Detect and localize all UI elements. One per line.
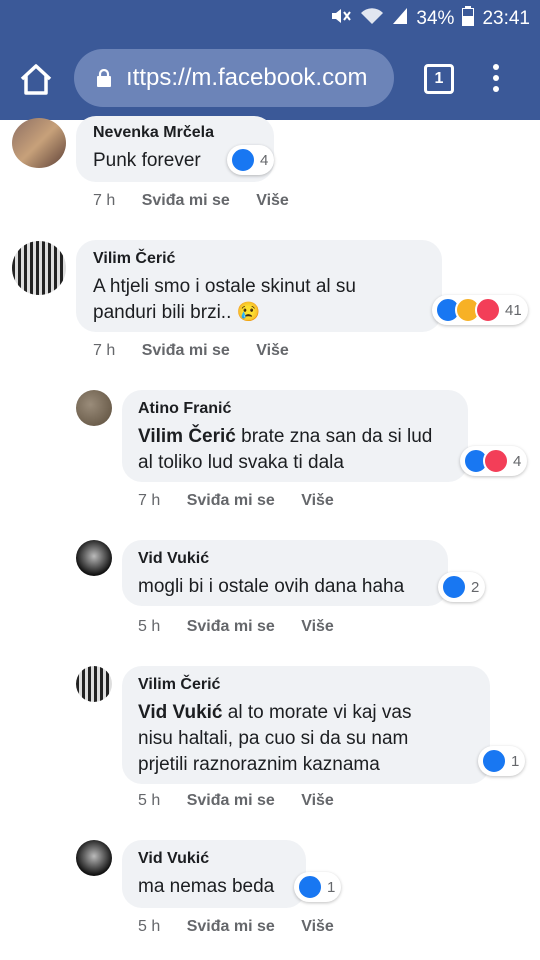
- comment-time: 5 h: [138, 792, 161, 809]
- lock-icon: [96, 68, 112, 87]
- mute-icon: [330, 7, 352, 31]
- reaction-summary[interactable]: 1: [478, 746, 526, 776]
- status-bar: 34% 23:41: [0, 0, 540, 38]
- reaction-summary[interactable]: 2: [438, 572, 486, 602]
- like-button[interactable]: Sviđa mi se: [187, 918, 275, 936]
- battery-percent: 34%: [416, 8, 455, 29]
- clock: 23:41: [482, 8, 530, 29]
- tab-switcher-button[interactable]: 1: [424, 64, 454, 94]
- love-reaction-icon: [483, 448, 509, 474]
- comment-meta: 7 h Sviđa mi se Više: [138, 492, 334, 510]
- avatar[interactable]: [76, 540, 112, 576]
- comment-time: 7 h: [138, 492, 161, 509]
- avatar[interactable]: [12, 241, 66, 295]
- avatar[interactable]: [76, 390, 112, 426]
- like-reaction-icon: [481, 748, 507, 774]
- comment-author[interactable]: Vid Vukić: [138, 550, 209, 568]
- reaction-count: 4: [513, 452, 522, 470]
- comment-meta: 5 h Sviđa mi se Više: [138, 618, 334, 636]
- reaction-summary[interactable]: 41: [432, 295, 528, 325]
- browser-toolbar: ıttps://m.facebook.com 1: [0, 38, 540, 120]
- comment-author[interactable]: Vilim Čerić: [93, 250, 175, 268]
- like-button[interactable]: Sviđa mi se: [187, 492, 275, 510]
- love-reaction-icon: [475, 297, 501, 323]
- comment-meta: 5 h Sviđa mi se Više: [138, 918, 334, 936]
- comment-meta: 5 h Sviđa mi se Više: [138, 792, 334, 810]
- comment-meta: 7 h Sviđa mi se Više: [93, 192, 289, 210]
- address-bar[interactable]: ıttps://m.facebook.com: [74, 49, 394, 107]
- comment-text: A htjeli smo i ostale skinut al su pandu…: [93, 276, 356, 323]
- like-button[interactable]: Sviđa mi se: [142, 342, 230, 360]
- mention-link[interactable]: Vid Vukić: [138, 702, 222, 723]
- reaction-count: 1: [511, 752, 520, 770]
- reaction-summary[interactable]: 1: [294, 872, 342, 902]
- like-reaction-icon: [441, 574, 467, 600]
- status-icons: 34% 23:41: [330, 6, 530, 32]
- comment-text: Vilim Čerić brate zna san da si lud al t…: [138, 424, 444, 476]
- battery-icon: [462, 6, 475, 32]
- reaction-summary[interactable]: 4: [460, 446, 528, 476]
- comment-text: ma nemas beda: [138, 876, 275, 897]
- url-text: ıttps://m.facebook.com: [126, 64, 368, 91]
- like-reaction-icon: [297, 874, 323, 900]
- more-button[interactable]: Više: [301, 918, 334, 936]
- home-icon: [20, 64, 52, 95]
- avatar[interactable]: [76, 840, 112, 876]
- comment-author[interactable]: Atino Franić: [138, 400, 231, 418]
- reaction-summary[interactable]: 4: [227, 145, 275, 175]
- comment-author[interactable]: Vilim Čerić: [138, 676, 220, 694]
- more-button[interactable]: Više: [256, 342, 289, 360]
- more-button[interactable]: Više: [256, 192, 289, 210]
- comment-time: 5 h: [138, 918, 161, 935]
- more-button[interactable]: Više: [301, 492, 334, 510]
- wifi-icon: [360, 7, 384, 31]
- comment-time: 7 h: [93, 342, 116, 359]
- like-reaction-icon: [230, 147, 256, 173]
- like-button[interactable]: Sviđa mi se: [187, 792, 275, 810]
- comment-text: mogli bi i ostale ovih dana haha: [138, 576, 405, 597]
- like-button[interactable]: Sviđa mi se: [187, 618, 275, 636]
- reaction-count: 2: [471, 578, 480, 596]
- overflow-menu-button[interactable]: [486, 62, 506, 98]
- comment-text: Vid Vukić al to morate vi kaj vas nisu h…: [138, 700, 438, 778]
- avatar[interactable]: [12, 118, 66, 168]
- comment-author[interactable]: Vid Vukić: [138, 850, 209, 868]
- comment-time: 5 h: [138, 618, 161, 635]
- avatar[interactable]: [76, 666, 112, 702]
- reaction-count: 1: [327, 878, 336, 896]
- more-button[interactable]: Više: [301, 618, 334, 636]
- more-button[interactable]: Više: [301, 792, 334, 810]
- like-button[interactable]: Sviđa mi se: [142, 192, 230, 210]
- comment-time: 7 h: [93, 192, 116, 209]
- reaction-count: 41: [505, 301, 522, 319]
- home-button[interactable]: [18, 62, 54, 98]
- reaction-count: 4: [260, 151, 269, 169]
- comment-author[interactable]: Nevenka Mrčela: [93, 124, 214, 142]
- signal-icon: [392, 7, 408, 31]
- mention-link[interactable]: Vilim Čerić: [138, 426, 236, 447]
- comment-meta: 7 h Sviđa mi se Više: [93, 342, 289, 360]
